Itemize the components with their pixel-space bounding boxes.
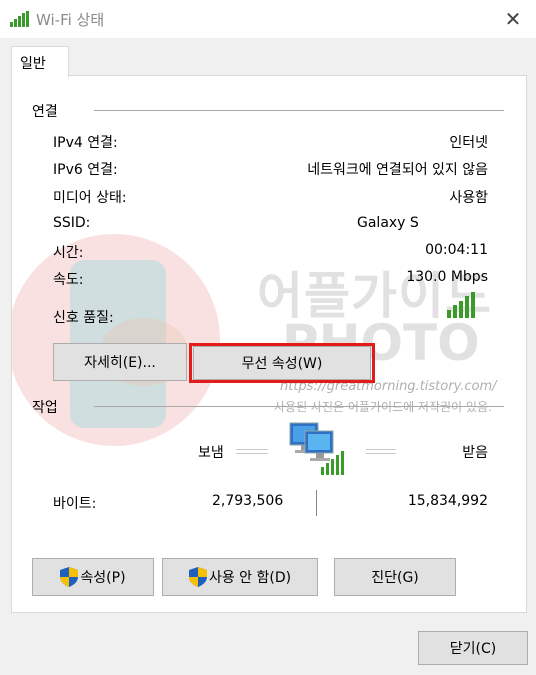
- activity-section-label: 작업: [32, 400, 58, 416]
- title-bar: Wi-Fi 상태 ✕: [0, 0, 536, 38]
- bytes-label: 바이트:: [53, 496, 97, 512]
- diagnose-button[interactable]: 진단(G): [334, 558, 456, 596]
- received-line: [366, 449, 396, 454]
- ipv6-value: 네트워크에 연결되어 있지 않음: [307, 162, 488, 178]
- connection-section-label: 연결: [32, 104, 58, 120]
- bytes-received-value: 15,834,992: [407, 493, 488, 509]
- sent-label: 보냄: [198, 445, 224, 461]
- time-label: 시간:: [53, 245, 84, 261]
- watermark-url: https://greatmorning.tistory.com/: [280, 379, 497, 394]
- general-panel: 어플가이드 PHOTO https://greatmorning.tistory…: [11, 75, 527, 613]
- speed-label: 속도:: [53, 272, 84, 288]
- window-title: Wi-Fi 상태: [36, 11, 105, 29]
- close-icon[interactable]: ✕: [490, 0, 536, 38]
- tab-general[interactable]: 일반: [11, 46, 69, 77]
- wireless-properties-button[interactable]: 무선 속성(W): [193, 346, 371, 380]
- close-button[interactable]: 닫기(C): [418, 631, 528, 665]
- properties-button-label: 속성(P): [80, 570, 126, 586]
- received-label: 받음: [462, 445, 488, 461]
- ipv6-label: IPv6 연결:: [53, 162, 118, 178]
- ipv4-value: 인터넷: [449, 135, 488, 151]
- bytes-sent-value: 2,793,506: [212, 493, 284, 509]
- details-button[interactable]: 자세히(E)...: [53, 343, 187, 381]
- sent-line: [236, 449, 268, 454]
- signal-bars-icon: [447, 292, 475, 318]
- speed-value: 130.0 Mbps: [406, 269, 488, 285]
- media-state-value: 사용함: [449, 190, 488, 206]
- ssid-label: SSID:: [53, 215, 91, 231]
- time-value: 00:04:11: [425, 242, 488, 258]
- network-computers-icon: [289, 422, 344, 475]
- tab-label: 일반: [20, 56, 46, 72]
- wifi-signal-icon: [10, 11, 29, 27]
- disable-button[interactable]: 사용 안 함(D): [162, 558, 318, 596]
- shield-icon: [60, 567, 79, 587]
- media-state-label: 미디어 상태:: [53, 190, 127, 206]
- disable-button-label: 사용 안 함(D): [208, 570, 292, 586]
- properties-button[interactable]: 속성(P): [32, 558, 154, 596]
- signal-quality-label: 신호 품질:: [53, 310, 114, 326]
- ssid-value: Galaxy S: [357, 215, 419, 231]
- activity-divider: [94, 406, 504, 407]
- bytes-divider: [316, 490, 317, 516]
- ipv4-label: IPv4 연결:: [53, 135, 118, 151]
- connection-divider: [94, 110, 504, 111]
- shield-icon: [188, 567, 207, 587]
